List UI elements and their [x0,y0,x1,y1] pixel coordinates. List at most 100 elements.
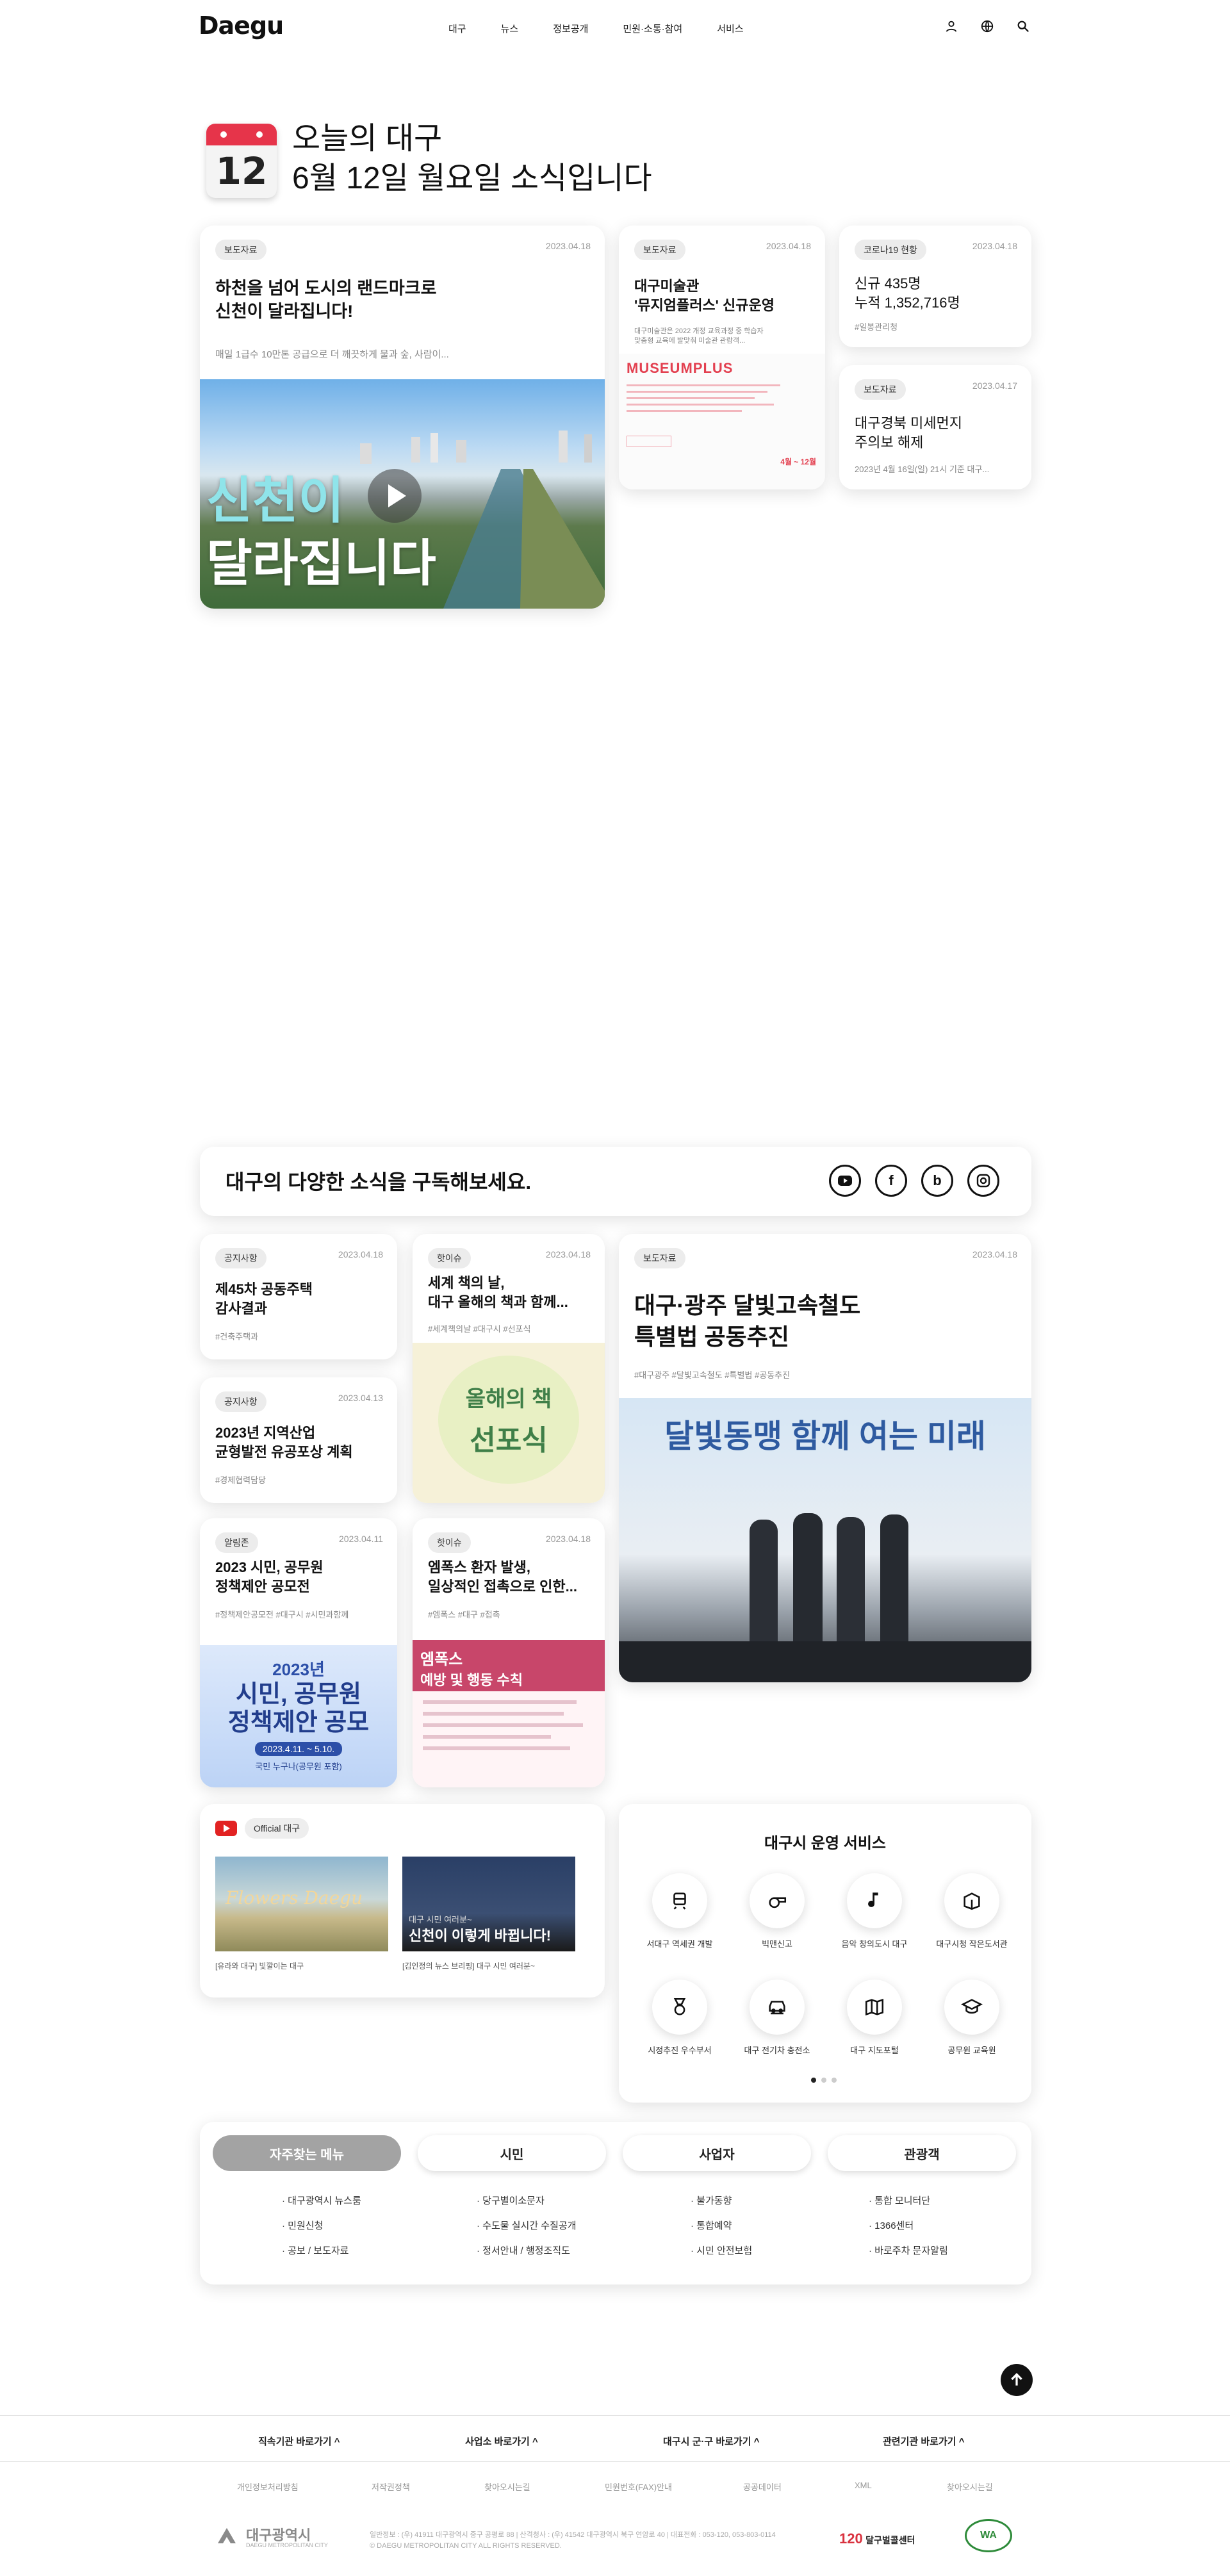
scroll-top-button[interactable] [1001,2364,1033,2396]
main-nav: 대구 뉴스 정보공개 민원·소통·참여 서비스 [448,22,778,35]
card-tags: #경제협력담당 [215,1475,266,1485]
service-map-portal[interactable]: 대구 지도포털 [826,1980,922,2056]
tab-frequent[interactable]: 자주찾는 메뉴 [213,2135,401,2171]
quick-link[interactable]: 1366센터 [869,2213,948,2238]
quick-link[interactable]: 수도물 실시간 수질공개 [477,2213,576,2238]
pagination-dot[interactable] [811,2078,816,2083]
news-card-audit[interactable]: 공지사항 2023.04.18 제45차 공동주택 감사결과 #건축주택과 [200,1234,397,1359]
service-excellent-dept[interactable]: 시정추진 우수부서 [632,1980,728,2056]
search-icon[interactable] [1016,19,1030,33]
footer-menu-xml[interactable]: XML [855,2481,872,2490]
category-badge: 코로나19 현황 [855,240,926,260]
card-title: 세계 책의 날, 대구 올해의 책과 함께... [428,1275,568,1310]
video-thumbnail[interactable]: 대구 시민 여러분~ 신천이 이렇게 바뀝니다! [402,1857,575,1951]
footer-menu-location[interactable]: 찾아오시는길 [484,2481,530,2493]
footer-link-business-office[interactable]: 사업소 바로가기 [465,2434,538,2448]
footer-link-related-org[interactable]: 관련기관 바로가기 [883,2434,965,2448]
category-badge: 핫이슈 [428,1532,471,1553]
nav-item-service[interactable]: 서비스 [717,22,743,35]
service-ev-charger[interactable]: 대구 전기차 충전소 [729,1980,825,2056]
sincheon-video-thumbnail[interactable]: 신천이 달라집니다 [200,379,605,609]
service-library[interactable]: 대구시청 작은도서관 [924,1873,1020,1949]
youtube-icon[interactable] [829,1165,861,1197]
user-icon[interactable] [944,19,958,33]
tab-tourist[interactable]: 관광객 [828,2135,1016,2171]
footer-menu-open-data[interactable]: 공공데이터 [743,2481,782,2493]
services-title: 대구시 운영 서비스 [764,1835,886,1852]
news-card-dust[interactable]: 보도자료 2023.04.17 대구경북 미세먼지 주의보 해제 2023년 4월… [839,365,1031,489]
video-caption[interactable]: [김인정의 뉴스 브리핑] 대구 시민 여러분~ [402,1960,535,1971]
pagination-dot[interactable] [832,2078,837,2083]
image-caption: 시민, 공무원 [236,1681,361,1708]
quick-link[interactable]: 정서안내 / 행정조직도 [477,2238,577,2263]
footer-link-direct-org[interactable]: 직속기관 바로가기 [258,2434,340,2448]
footer-divider [0,2415,1230,2416]
footer-menu-fax[interactable]: 민원번호(FAX)안내 [605,2481,672,2493]
call-center-number: 120 [839,2531,863,2547]
sns-links: f b [829,1165,999,1197]
quick-link[interactable]: 당구별이소문자 [477,2188,577,2213]
tab-citizen[interactable]: 시민 [418,2135,606,2171]
quick-link[interactable]: 통합 모니터단 [869,2188,948,2213]
blog-icon[interactable]: b [921,1165,953,1197]
nav-item-daegu[interactable]: 대구 [448,22,466,35]
image-caption: 예방 및 행동 수칙 [420,1672,523,1688]
today-heading: 오늘의 대구 6월 12일 월요일 소식입니다 [292,119,652,199]
quick-link[interactable]: 공보 / 보도자료 [282,2238,361,2263]
quick-link[interactable]: 시민 안전보험 [691,2238,752,2263]
category-badge: 보도자료 [215,240,266,260]
graduation-cap-icon [961,1999,983,2014]
nav-item-info[interactable]: 정보공개 [553,22,588,35]
covid-status-card[interactable]: 코로나19 현황 2023.04.18 신규 435명 누적 1,352,716명… [839,226,1031,347]
footer-address: 일반정보 : (우) 41911 대구광역시 중구 공평로 88 | 산격청사 … [370,2530,818,2552]
service-education[interactable]: 공무원 교육원 [924,1980,1020,2056]
tab-business[interactable]: 사업자 [623,2135,811,2171]
youtube-panel: Official 대구 Flowers Daegu [유라와 대구] 빛깔이는 … [200,1804,605,1998]
globe-icon[interactable] [980,19,994,33]
news-card-mpox[interactable]: 핫이슈 2023.04.18 엠폭스 환자 발생, 일상적인 접촉으로 인한...… [413,1518,605,1787]
post-date: 2023.04.18 [972,1249,1017,1259]
mpox-guide-image: 엠폭스 예방 및 행동 수칙 [413,1640,605,1787]
web-accessibility-mark-icon: WA [965,2519,1012,2552]
news-card-sincheon[interactable]: 보도자료 2023.04.18 하천을 넘어 도시의 랜드마크로 신천이 달라집니… [200,226,605,609]
pagination-dot[interactable] [821,2078,826,2083]
video-caption[interactable]: [유라와 대구] 빛깔이는 대구 [215,1960,304,1971]
news-card-museum[interactable]: 보도자료 2023.04.18 대구미술관 '뮤지엄플러스' 신규운영 대구미술관… [619,226,825,489]
youtube-icon [215,1821,237,1836]
news-card-balance[interactable]: 공지사항 2023.04.13 2023년 지역산업 균형발전 유공포상 계획 #… [200,1377,397,1503]
quick-link[interactable]: 불가동향 [691,2188,752,2213]
card-summary: 매일 1급수 10만톤 공급으로 더 깨끗하게 물과 숲, 사람이... [215,349,449,360]
nav-item-civil[interactable]: 민원·소통·참여 [623,22,682,35]
footer-menu-copyright[interactable]: 저작권정책 [372,2481,410,2493]
post-date: 2023.04.18 [545,241,591,251]
news-card-book-day[interactable]: 핫이슈 2023.04.18 세계 책의 날, 대구 올해의 책과 함께... #… [413,1234,605,1503]
quick-link[interactable]: 바로주차 문자알림 [869,2238,948,2263]
news-card-policy-contest[interactable]: 알림존 2023.04.11 2023 시민, 공무원 정책제안 공모전 #정책제… [200,1518,397,1787]
channel-name[interactable]: Official 대구 [245,1818,309,1839]
card-title: 2023 시민, 공무원 정책제안 공모전 [215,1559,324,1595]
service-seodaegu[interactable]: 서대구 역세권 개발 [632,1873,728,1949]
image-caption: 달빛동맹 함께 여는 미래 [664,1418,986,1454]
site-logo[interactable]: Daegu [199,12,284,40]
video-thumbnail[interactable]: Flowers Daegu [215,1857,388,1951]
footer-menu-directions[interactable]: 찾아오시는길 [947,2481,993,2493]
service-music-city[interactable]: 음악 창의도시 대구 [826,1873,922,1949]
call-center-label[interactable]: 120 달구벌콜센터 [839,2531,915,2547]
car-icon [769,2001,785,2015]
facebook-icon[interactable]: f [875,1165,907,1197]
footer-menu-privacy[interactable]: 개인정보처리방침 [237,2481,299,2493]
news-card-dalbit-railway[interactable]: 보도자료 2023.04.18 대구·광주 달빛고속철도 특별법 공동추진 #대구… [619,1234,1031,1682]
instagram-icon[interactable] [967,1165,999,1197]
calendar-icon: 12 [206,124,277,198]
service-whistle[interactable]: 빅맨신고 [729,1873,825,1949]
quick-link[interactable]: 통합예약 [691,2213,752,2238]
footer-link-district[interactable]: 대구시 군·구 바로가기 [663,2434,759,2448]
thumbnail-caption: 대구 시민 여러분~ [409,1915,472,1924]
quick-link[interactable]: 민원신청 [282,2213,361,2238]
quick-link[interactable]: 대구광역시 뉴스룸 [282,2188,361,2213]
nav-item-news[interactable]: 뉴스 [501,22,519,35]
today-heading-line2: 6월 12일 월요일 소식입니다 [292,161,652,195]
post-date: 2023.04.18 [766,241,811,251]
card-title: 엠폭스 환자 발생, 일상적인 접촉으로 인한... [428,1559,577,1595]
image-caption: 국민 누구나(공무원 포함) [255,1762,342,1771]
